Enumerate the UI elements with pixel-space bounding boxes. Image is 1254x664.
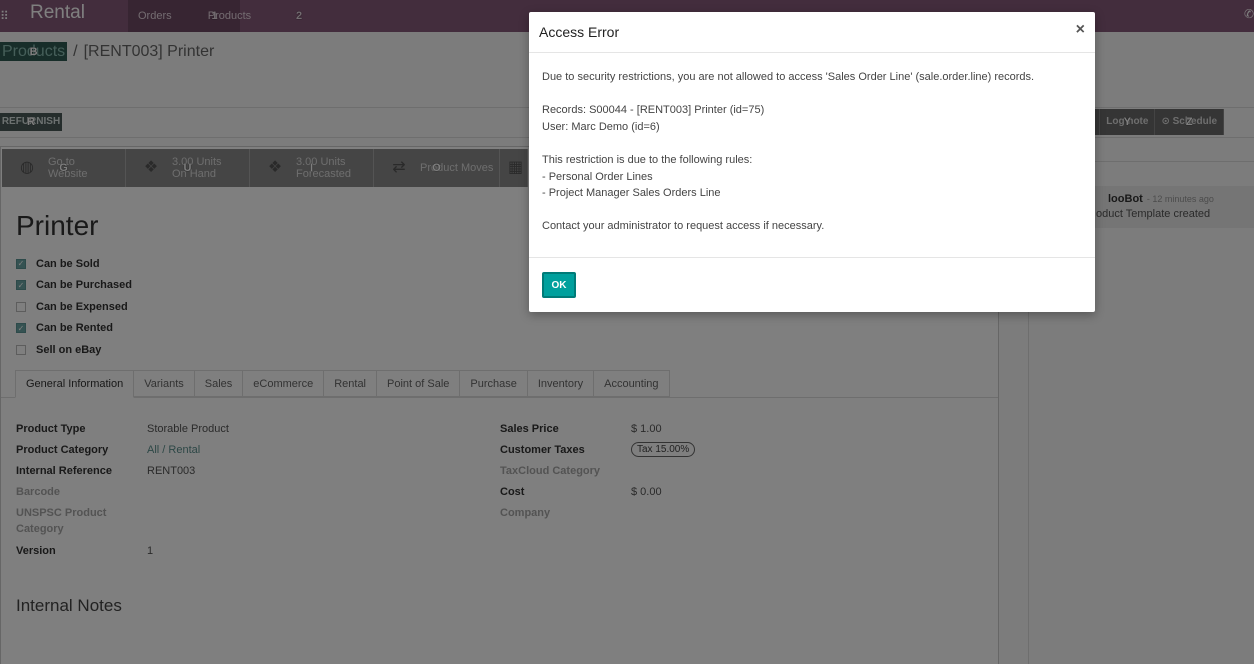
error-user: User: Marc Demo (id=6): [542, 120, 660, 133]
error-records: Records: S00044 - [RENT003] Printer (id=…: [542, 104, 765, 117]
rules-intro: This restriction is due to the following…: [542, 153, 753, 166]
access-error-dialog: Access Error × Due to security restricti…: [529, 12, 1095, 312]
contact-admin-text: Contact your administrator to request ac…: [542, 220, 825, 233]
rule-item: - Personal Order Lines: [542, 170, 653, 183]
dialog-footer: OK: [529, 258, 1095, 312]
error-message: Due to security restrictions, you are no…: [542, 71, 1035, 83]
rule-item: - Project Manager Sales Orders Line: [542, 187, 721, 200]
dialog-header: Access Error ×: [529, 12, 1095, 53]
dialog-body: Due to security restrictions, you are no…: [529, 53, 1095, 258]
close-icon[interactable]: ×: [1076, 21, 1085, 39]
dialog-title: Access Error: [539, 24, 620, 40]
ok-button[interactable]: OK: [542, 272, 576, 298]
